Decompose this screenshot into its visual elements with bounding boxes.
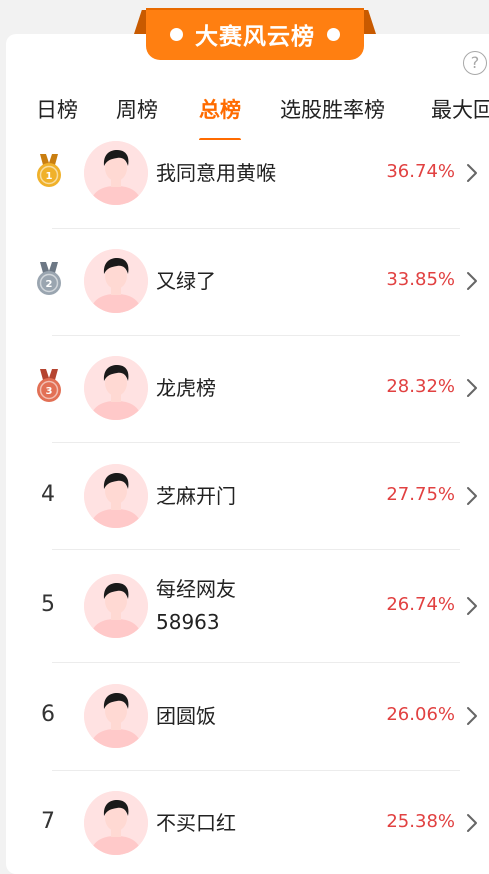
avatar[interactable] xyxy=(84,791,148,855)
bronze-medal-icon: 3 xyxy=(34,368,64,404)
row-divider xyxy=(52,335,460,336)
row-divider xyxy=(52,228,460,229)
win-rate-value: 28.32% xyxy=(386,376,455,397)
user-name: 龙虎榜 xyxy=(156,375,216,400)
chevron-right-icon[interactable] xyxy=(465,486,479,506)
avatar[interactable] xyxy=(84,464,148,528)
user-name: 我同意用黄喉 xyxy=(156,160,276,185)
user-name: 芝麻开门 xyxy=(156,483,236,508)
svg-text:2: 2 xyxy=(46,279,53,290)
row-divider xyxy=(52,549,460,550)
avatar[interactable] xyxy=(84,249,148,313)
ranking-row[interactable]: 2 又绿了 33.85% xyxy=(0,236,489,326)
win-rate-value: 33.85% xyxy=(386,269,455,290)
avatar[interactable] xyxy=(84,684,148,748)
tab-label: 选股胜率榜 xyxy=(280,98,385,122)
silver-medal-icon: 2 xyxy=(34,261,64,297)
avatar[interactable] xyxy=(84,574,148,638)
tab-label: 最大回 xyxy=(431,98,489,122)
user-name: 团圆饭 xyxy=(156,703,216,728)
ranking-row[interactable]: 3 龙虎榜 28.32% xyxy=(0,343,489,433)
avatar[interactable] xyxy=(84,356,148,420)
ranking-row[interactable]: 4 芝麻开门 27.75% xyxy=(0,451,489,541)
ranking-row[interactable]: 6 团圆饭 26.06% xyxy=(0,671,489,761)
chevron-right-icon[interactable] xyxy=(465,271,479,291)
rank-number: 6 xyxy=(41,702,55,727)
avatar[interactable] xyxy=(84,141,148,205)
svg-text:1: 1 xyxy=(46,171,53,182)
ranking-row[interactable]: 1 我同意用黄喉 36.74% xyxy=(0,128,489,218)
tab-label: 周榜 xyxy=(116,98,158,122)
chevron-right-icon[interactable] xyxy=(465,163,479,183)
chevron-right-icon[interactable] xyxy=(465,378,479,398)
win-rate-value: 26.06% xyxy=(386,704,455,725)
win-rate-value: 36.74% xyxy=(386,161,455,182)
rank-number: 5 xyxy=(41,592,55,617)
user-name: 又绿了 xyxy=(156,268,216,293)
user-name: 不买口红 xyxy=(156,810,236,835)
user-name: 每经网友 xyxy=(156,577,236,601)
rank-number: 4 xyxy=(41,482,55,507)
win-rate-value: 27.75% xyxy=(386,484,455,505)
banner-dot-icon xyxy=(327,27,340,41)
win-rate-value: 26.74% xyxy=(386,594,455,615)
chevron-right-icon[interactable] xyxy=(465,706,479,726)
chevron-right-icon[interactable] xyxy=(465,813,479,833)
gold-medal-icon: 1 xyxy=(34,153,64,189)
ranking-row[interactable]: 7 不买口红 25.38% xyxy=(0,778,489,868)
user-name: 58963 xyxy=(156,610,220,634)
banner-body: 大赛风云榜 xyxy=(146,8,364,60)
tab-label: 总榜 xyxy=(199,98,241,122)
tab-label: 日榜 xyxy=(36,98,78,122)
row-divider xyxy=(52,442,460,443)
rank-number: 7 xyxy=(41,809,55,834)
win-rate-value: 25.38% xyxy=(386,811,455,832)
chevron-right-icon[interactable] xyxy=(465,596,479,616)
header-banner: 大赛风云榜 xyxy=(134,8,376,64)
ranking-row[interactable]: 5 每经网友 58963 26.74% xyxy=(0,561,489,651)
row-divider xyxy=(52,770,460,771)
row-divider xyxy=(52,662,460,663)
banner-dot-icon xyxy=(170,27,183,41)
help-question-icon[interactable]: ? xyxy=(463,51,487,75)
svg-text:3: 3 xyxy=(46,386,53,397)
page-title: 大赛风云榜 xyxy=(195,24,315,50)
